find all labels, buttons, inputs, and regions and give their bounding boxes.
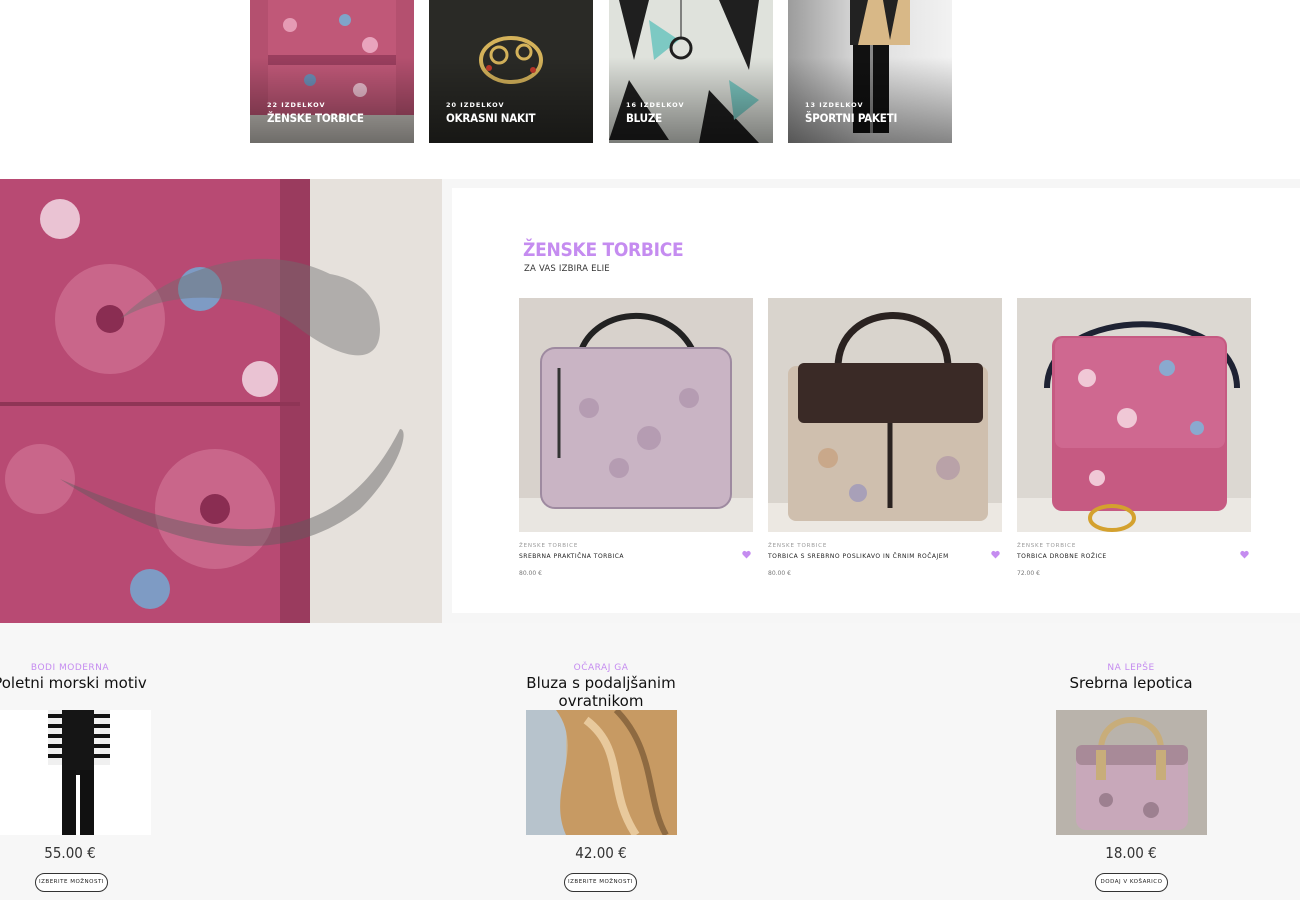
highlight-eyebrow: BODI MODERNA — [30, 663, 110, 673]
category-tile-okrasni-nakit[interactable]: 20 IZDELKOV OKRASNI NAKIT — [429, 0, 593, 143]
product-price: 80.00 € — [768, 570, 791, 577]
category-count: 16 IZDELKOV — [626, 101, 685, 109]
product-price: 72.00 € — [1017, 570, 1040, 577]
highlight-price: 18.00 € — [1105, 844, 1157, 862]
category-tile-bluze[interactable]: 16 IZDELKOV BLUZE — [609, 0, 773, 143]
product-category: ŽENSKE TORBICE — [1017, 543, 1077, 549]
product-image[interactable] — [519, 298, 753, 532]
highlight-title[interactable]: Srebrna lepotica — [1021, 674, 1241, 692]
category-count: 13 IZDELKOV — [805, 101, 864, 109]
category-tile-zenske-torbice[interactable]: 22 IZDELKOV ŽENSKE TORBICE — [250, 0, 414, 143]
heart-icon[interactable] — [742, 550, 751, 559]
product-category: ŽENSKE TORBICE — [768, 543, 828, 549]
hero-image — [0, 179, 442, 623]
heart-icon[interactable] — [991, 550, 1000, 559]
category-tiles: 22 IZDELKOV ŽENSKE TORBICE 20 IZDELKOV O… — [250, 0, 952, 143]
highlight-title[interactable]: Bluza s podaljšanim ovratnikom — [491, 674, 711, 710]
select-options-button[interactable]: IZBERITE MOŽNOSTI — [35, 873, 108, 892]
category-name: OKRASNI NAKIT — [446, 111, 536, 125]
product-name[interactable]: SREBRNA PRAKTIČNA TORBICA — [519, 553, 753, 560]
section-title: ŽENSKE TORBICE — [523, 239, 684, 261]
featured-products-panel: ŽENSKE TORBICE ZA VAS IZBIRA ELIE ŽENSKE… — [452, 188, 1300, 613]
heart-icon[interactable] — [1240, 550, 1249, 559]
highlight-price: 42.00 € — [575, 844, 627, 862]
product-name[interactable]: TORBICA DROBNE ROŽICE — [1017, 553, 1251, 560]
highlight-eyebrow: NA LEPŠE — [1107, 663, 1155, 673]
highlight-image[interactable] — [0, 710, 151, 835]
product-image[interactable] — [768, 298, 1002, 532]
product-category: ŽENSKE TORBICE — [519, 543, 579, 549]
category-name: ŽENSKE TORBICE — [267, 111, 364, 125]
product-card[interactable]: ŽENSKE TORBICE TORBICA DROBNE ROŽICE 72.… — [1017, 298, 1251, 577]
highlight-title[interactable]: Poletni morski motiv — [0, 674, 180, 692]
highlight-eyebrow: OČARAJ GA — [573, 663, 629, 673]
product-price: 80.00 € — [519, 570, 542, 577]
highlights-section: BODI MODERNA Poletni morski motiv 55.00 … — [0, 623, 1300, 900]
select-options-button[interactable]: IZBERITE MOŽNOSTI — [564, 873, 637, 892]
category-tile-sportni-paketi[interactable]: 13 IZDELKOV ŠPORTNI PAKETI — [788, 0, 952, 143]
section-subtitle: ZA VAS IZBIRA ELIE — [524, 264, 610, 274]
highlight-image[interactable] — [1056, 710, 1207, 835]
category-name: ŠPORTNI PAKETI — [805, 111, 898, 125]
product-image[interactable] — [1017, 298, 1251, 532]
featured-section: ŽENSKE TORBICE ZA VAS IZBIRA ELIE ŽENSKE… — [0, 179, 1300, 623]
product-card[interactable]: ŽENSKE TORBICE SREBRNA PRAKTIČNA TORBICA… — [519, 298, 753, 577]
hero-bag-closeup — [0, 179, 442, 623]
product-name[interactable]: TORBICA S SREBRNO POSLIKAVO IN ČRNIM ROČ… — [768, 553, 1002, 560]
category-count: 20 IZDELKOV — [446, 101, 505, 109]
product-card[interactable]: ŽENSKE TORBICE TORBICA S SREBRNO POSLIKA… — [768, 298, 1002, 577]
category-name: BLUZE — [626, 111, 663, 125]
add-to-cart-button[interactable]: DODAJ V KOŠARICO — [1095, 873, 1168, 892]
highlight-price: 55.00 € — [44, 844, 96, 862]
category-count: 22 IZDELKOV — [267, 101, 326, 109]
highlight-image[interactable] — [526, 710, 677, 835]
